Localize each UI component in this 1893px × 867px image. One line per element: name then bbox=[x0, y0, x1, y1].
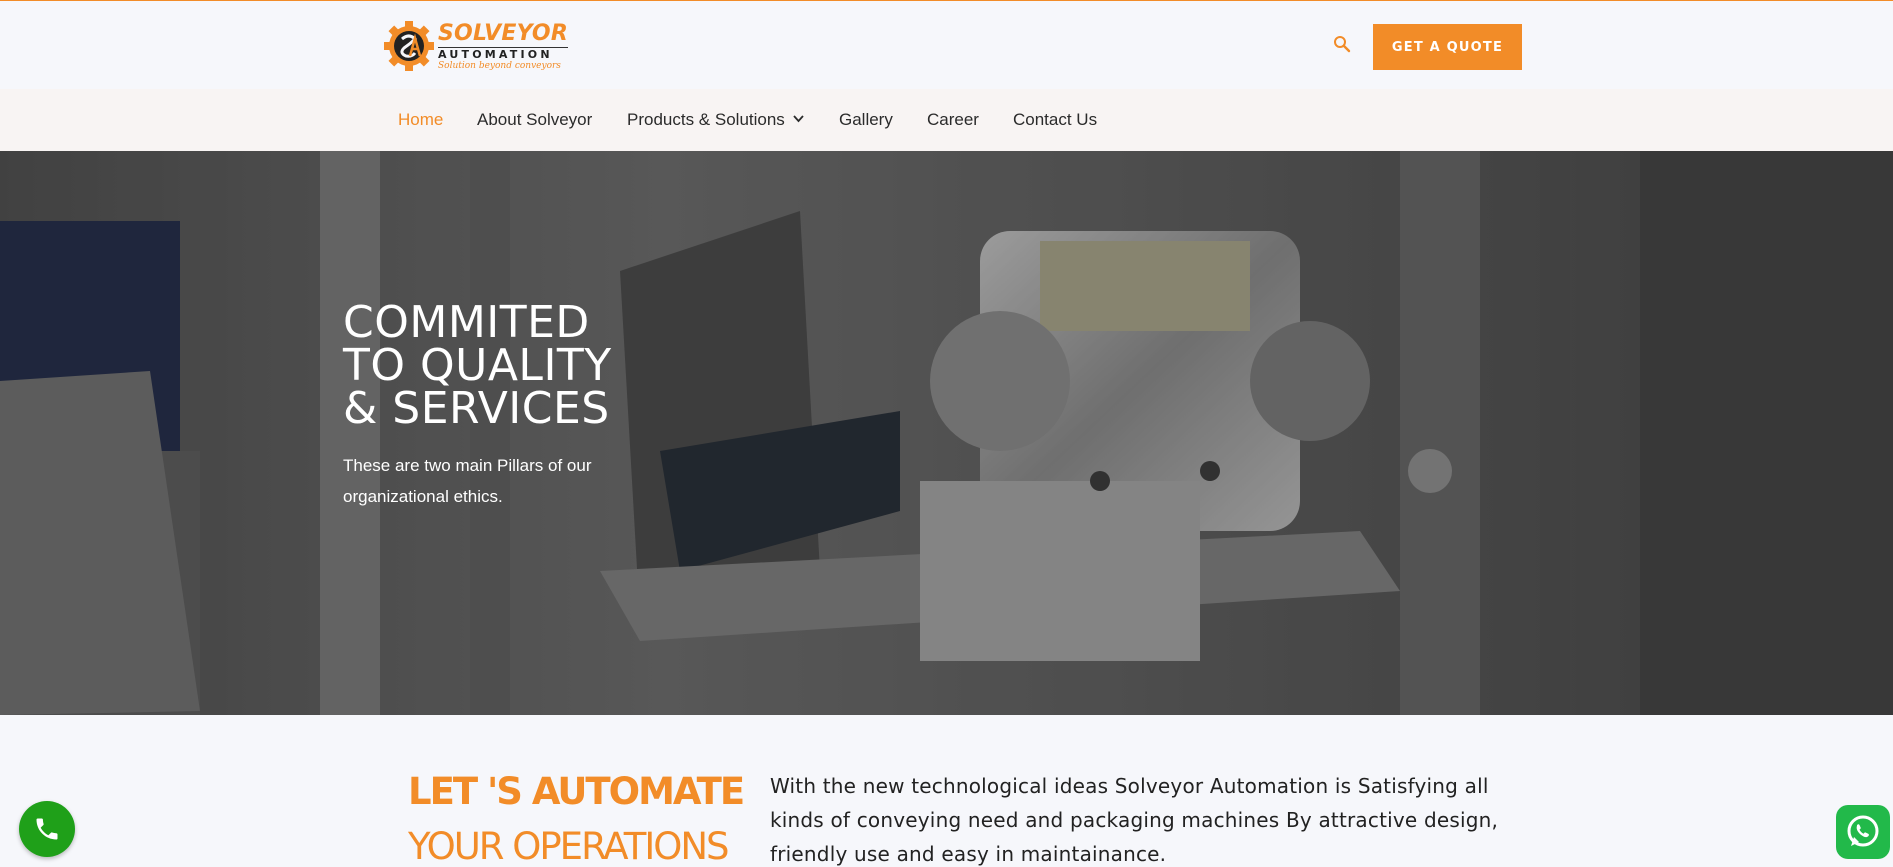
main-navigation: Home About Solveyor Products & Solutions… bbox=[0, 89, 1893, 151]
search-button[interactable] bbox=[1330, 32, 1354, 56]
get-a-quote-button[interactable]: GET A QUOTE bbox=[1373, 24, 1522, 70]
nav-item-home[interactable]: Home bbox=[398, 109, 443, 131]
hero-banner: COMMITED TO QUALITY & SERVICES These are… bbox=[0, 151, 1893, 715]
chevron-down-icon bbox=[793, 115, 804, 123]
hero-title: COMMITED TO QUALITY & SERVICES bbox=[343, 297, 612, 434]
logo-tagline: Solution beyond conveyors bbox=[438, 61, 561, 71]
hero-title-line: TO QUALITY bbox=[343, 340, 612, 391]
hero-subtitle: These are two main Pillars of our organi… bbox=[343, 456, 592, 506]
nav-item-products-label: Products & Solutions bbox=[627, 110, 785, 129]
hero-title-line: & SERVICES bbox=[343, 383, 610, 434]
nav-item-gallery[interactable]: Gallery bbox=[839, 109, 893, 131]
whatsapp-icon bbox=[1847, 815, 1879, 847]
site-logo[interactable]: SOLVEYOR AUTOMATION Solution beyond conv… bbox=[382, 19, 572, 73]
nav-item-products-solutions[interactable]: Products & Solutions bbox=[627, 109, 804, 131]
site-header: SOLVEYOR AUTOMATION Solution beyond conv… bbox=[0, 1, 1893, 89]
logo-subtitle: AUTOMATION bbox=[438, 47, 568, 61]
intro-heading-line1: LET 'S AUTOMATE bbox=[408, 770, 745, 813]
gear-logo-icon bbox=[384, 21, 434, 71]
intro-section: LET 'S AUTOMATE YOUR OPERATIONS With the… bbox=[0, 715, 1893, 867]
logo-title: SOLVEYOR bbox=[438, 21, 568, 46]
hero-title-line: COMMITED bbox=[343, 297, 590, 348]
search-icon bbox=[1334, 36, 1351, 53]
intro-paragraph: With the new technological ideas Solveyo… bbox=[770, 774, 1499, 866]
nav-item-about-solveyor[interactable]: About Solveyor bbox=[477, 109, 592, 131]
call-button[interactable] bbox=[19, 801, 75, 857]
whatsapp-chat-button[interactable] bbox=[1836, 805, 1890, 859]
hero-dark-overlay bbox=[0, 151, 1893, 715]
nav-item-contact-us[interactable]: Contact Us bbox=[1013, 109, 1097, 131]
nav-item-career[interactable]: Career bbox=[927, 109, 979, 131]
phone-icon bbox=[36, 818, 58, 840]
intro-heading-line2: YOUR OPERATIONS bbox=[408, 825, 730, 867]
